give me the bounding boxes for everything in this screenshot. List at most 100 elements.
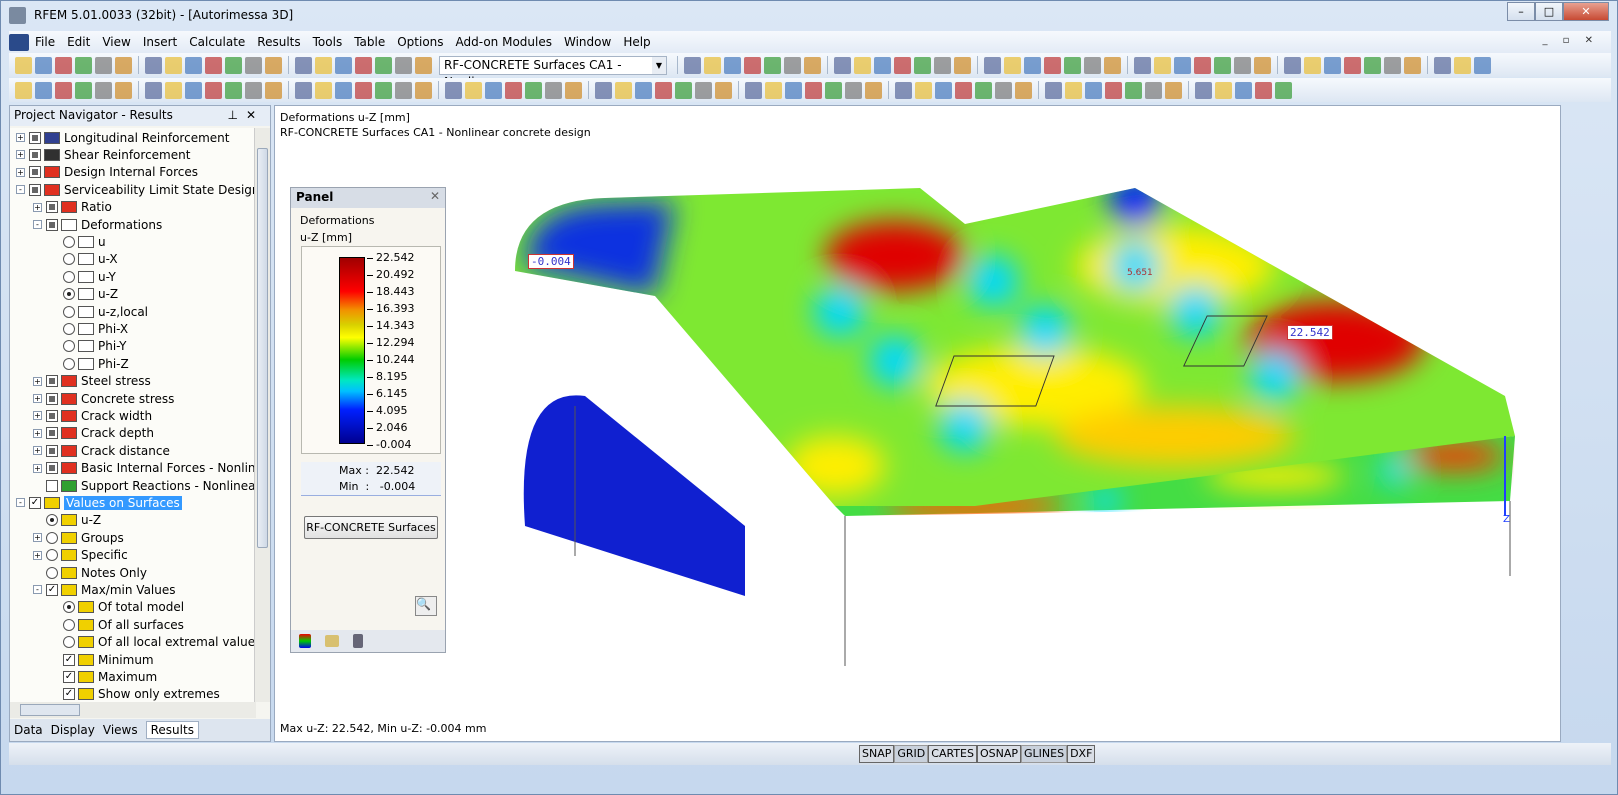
tree-item[interactable]: - ✓ Max/min Values	[33, 581, 176, 598]
expand-icon[interactable]: +	[33, 376, 42, 386]
toolbar-button-icon[interactable]	[15, 56, 32, 74]
expand-icon[interactable]: +	[16, 167, 25, 177]
nav-tab-results[interactable]: Results	[145, 721, 199, 739]
checkbox[interactable]: ✓	[63, 653, 75, 666]
expand-icon[interactable]: +	[33, 463, 42, 473]
toolbar-button-icon[interactable]	[874, 56, 891, 74]
expand-icon[interactable]: +	[33, 394, 42, 403]
expand-icon[interactable]: +	[33, 446, 42, 456]
toolbar-button-icon[interactable]	[715, 81, 732, 99]
radio-button[interactable]	[63, 288, 75, 301]
toolbar-button-icon[interactable]	[745, 81, 762, 99]
toolbar-button-icon[interactable]	[1044, 56, 1061, 74]
toolbar-button-icon[interactable]	[595, 81, 612, 99]
status-toggle-dxf[interactable]: DXF	[1067, 745, 1096, 763]
toolbar-button-icon[interactable]	[355, 56, 372, 74]
toolbar-button-icon[interactable]	[295, 56, 312, 74]
toolbar-button-icon[interactable]	[1154, 56, 1171, 74]
toolbar-button-icon[interactable]	[265, 56, 282, 74]
checkbox[interactable]: ✓	[46, 583, 58, 596]
expand-icon[interactable]: +	[33, 550, 42, 560]
toolbar-button-icon[interactable]	[914, 56, 931, 74]
toolbar-button-icon[interactable]	[834, 56, 851, 74]
radio-button[interactable]	[63, 357, 75, 370]
toolbar-button-icon[interactable]	[1195, 81, 1212, 99]
tree-item[interactable]: Phi-X	[50, 320, 128, 337]
checkbox[interactable]	[46, 462, 58, 475]
3d-view[interactable]: Deformations u-Z [mm] RF-CONCRETE Surface…	[274, 105, 1561, 742]
toolbar-button-icon[interactable]	[545, 81, 562, 99]
expand-icon[interactable]: +	[16, 133, 25, 142]
settings-tab-icon[interactable]	[353, 634, 363, 648]
menu-results[interactable]: Results	[251, 35, 306, 49]
radio-button[interactable]	[46, 514, 58, 527]
toolbar-button-icon[interactable]	[975, 81, 992, 99]
toolbar-button-icon[interactable]	[55, 56, 72, 74]
checkbox[interactable]	[46, 218, 58, 231]
menu-window[interactable]: Window	[558, 35, 617, 49]
toolbar-button-icon[interactable]	[724, 56, 741, 74]
toolbar-button-icon[interactable]	[1105, 81, 1122, 99]
toolbar-button-icon[interactable]	[984, 56, 1001, 74]
toolbar-button-icon[interactable]	[335, 81, 352, 99]
tree-item[interactable]: Phi-Y	[50, 338, 126, 355]
doc-icon[interactable]	[9, 33, 29, 51]
toolbar-button-icon[interactable]	[1214, 56, 1231, 74]
toolbar-button-icon[interactable]	[1404, 56, 1421, 74]
tree-item[interactable]: + Crack distance	[33, 442, 170, 459]
toolbar-button-icon[interactable]	[1104, 56, 1121, 74]
toolbar-button-icon[interactable]	[805, 81, 822, 99]
checkbox[interactable]: ✓	[29, 496, 41, 509]
collapse-icon[interactable]: -	[16, 498, 25, 508]
collapse-icon[interactable]: -	[33, 220, 42, 229]
toolbar-button-icon[interactable]	[75, 56, 92, 74]
toolbar-button-icon[interactable]	[655, 81, 672, 99]
menu-table[interactable]: Table	[348, 35, 391, 49]
checkbox[interactable]	[46, 427, 58, 440]
expand-icon[interactable]: +	[33, 202, 42, 212]
menu-file[interactable]: File	[29, 35, 61, 49]
toolbar-button-icon[interactable]	[1085, 81, 1102, 99]
vertical-scrollbar[interactable]	[254, 128, 270, 702]
toolbar-button-icon[interactable]	[315, 81, 332, 99]
tree-item[interactable]: + Crack width	[33, 407, 152, 424]
pin-close-icons[interactable]: ⊥✕	[227, 108, 264, 122]
checkbox[interactable]	[46, 444, 58, 457]
nav-tab-display[interactable]: Display	[51, 723, 95, 737]
toolbar-button-icon[interactable]	[485, 81, 502, 99]
toolbar-button-icon[interactable]	[1284, 56, 1301, 74]
expand-icon[interactable]: +	[33, 533, 42, 543]
toolbar-button-icon[interactable]	[1344, 56, 1361, 74]
toolbar-button-icon[interactable]	[1234, 56, 1251, 74]
menu-add-on-modules[interactable]: Add-on Modules	[450, 35, 558, 49]
tree-item[interactable]: ✓ Maximum	[50, 668, 157, 685]
checkbox[interactable]	[46, 409, 58, 422]
zoom-legend-button[interactable]: 🔍	[415, 596, 437, 616]
toolbar-button-icon[interactable]	[415, 56, 432, 74]
expand-icon[interactable]: +	[33, 428, 42, 438]
toolbar-button-icon[interactable]	[465, 81, 482, 99]
toolbar-button-icon[interactable]	[995, 81, 1012, 99]
toolbar-button-icon[interactable]	[1004, 56, 1021, 74]
tree-item[interactable]: + Ratio	[33, 199, 112, 216]
toolbar-button-icon[interactable]	[205, 81, 222, 99]
toolbar-button-icon[interactable]	[684, 56, 701, 74]
tree-item[interactable]: u	[50, 233, 106, 250]
radio-button[interactable]	[46, 549, 58, 562]
toolbar-button-icon[interactable]	[185, 81, 202, 99]
toolbar-button-icon[interactable]	[205, 56, 222, 74]
tree-item[interactable]: + Concrete stress	[33, 390, 174, 407]
radio-button[interactable]	[46, 531, 58, 544]
status-toggle-snap[interactable]: SNAP	[859, 745, 895, 763]
toolbar-button-icon[interactable]	[165, 56, 182, 74]
tree-item[interactable]: u-X	[50, 251, 118, 268]
collapse-icon[interactable]: -	[33, 585, 42, 595]
toolbar-button-icon[interactable]	[675, 81, 692, 99]
toolbar-button-icon[interactable]	[1015, 81, 1032, 99]
toolbar-button-icon[interactable]	[315, 56, 332, 74]
tree-item[interactable]: Notes Only	[33, 564, 147, 581]
toolbar-button-icon[interactable]	[1255, 81, 1272, 99]
checkbox[interactable]	[46, 392, 58, 405]
menu-calculate[interactable]: Calculate	[183, 35, 251, 49]
toolbar-button-icon[interactable]	[245, 81, 262, 99]
